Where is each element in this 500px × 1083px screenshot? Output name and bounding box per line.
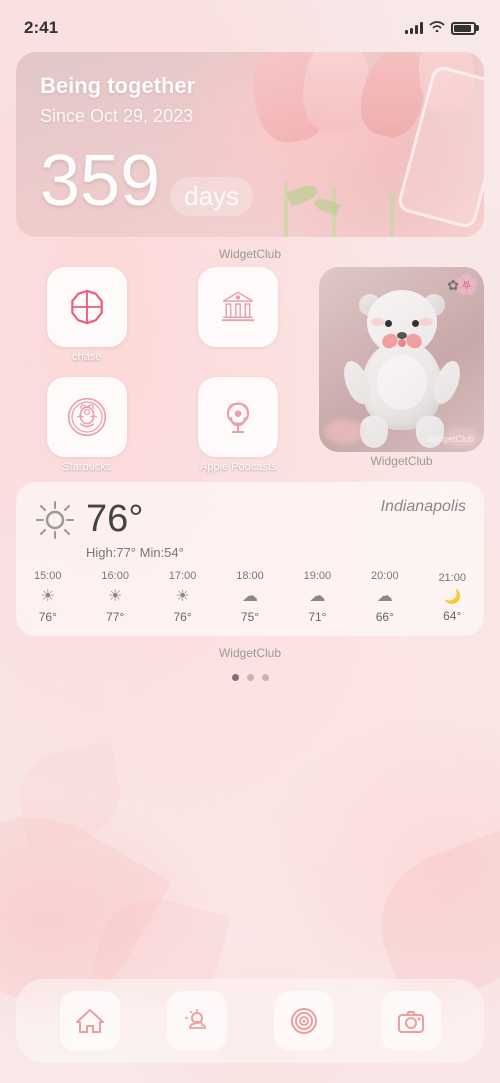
photo-widget-label: WidgetClub — [427, 434, 474, 444]
dock-target[interactable] — [274, 991, 334, 1051]
status-time: 2:41 — [24, 18, 58, 38]
signal-icon — [405, 22, 423, 34]
podcasts-svg — [213, 392, 263, 442]
countdown-widget[interactable]: Being together Since Oct 29, 2023 359 da… — [16, 52, 484, 237]
countdown-widget-label: WidgetClub — [16, 243, 484, 267]
weather-left: 76° — [34, 498, 143, 541]
dock-camera[interactable] — [381, 991, 441, 1051]
chase-label: chase — [72, 351, 101, 363]
wifi-icon — [429, 20, 445, 36]
app-grid-column: chase — [16, 267, 309, 476]
countdown-days: days — [170, 177, 253, 216]
target-icon — [289, 1006, 319, 1036]
bank-svg — [216, 285, 260, 329]
chase-svg — [65, 285, 109, 329]
countdown-title: Being together Since Oct 29, 2023 — [40, 72, 460, 129]
weather-temp: 76° — [86, 498, 143, 541]
dock-weather[interactable] — [167, 991, 227, 1051]
page-dot-3[interactable] — [262, 674, 269, 681]
status-icons — [405, 20, 476, 36]
photo-widget-column: 🌸 ✿ — [319, 267, 484, 476]
status-bar: 2:41 — [0, 0, 500, 44]
photo-widget: 🌸 ✿ — [319, 267, 484, 452]
chase-icon-box[interactable] — [47, 267, 127, 347]
app-grid: chase — [16, 267, 309, 476]
weather-hour-2: 17:00 ☀ 76° — [169, 570, 197, 624]
page-dot-2[interactable] — [247, 674, 254, 681]
chase-app[interactable]: chase — [16, 267, 158, 367]
podcasts-icon-box[interactable] — [198, 377, 278, 457]
weather-hour-1: 16:00 ☀ 77° — [101, 570, 129, 624]
countdown-text: Being together Since Oct 29, 2023 359 da… — [16, 52, 484, 237]
starbucks-label: Starbucks — [62, 461, 111, 473]
podcasts-app[interactable]: Apple Podcasts — [168, 377, 310, 477]
weather-widget-label: WidgetClub — [16, 642, 484, 666]
weather-hourly: 15:00 ☀ 76° 16:00 ☀ 77° 17:00 ☀ 76° 18:0… — [34, 570, 466, 624]
weather-details: High:77° Min:54° — [34, 545, 466, 560]
page-dots — [16, 666, 484, 693]
teddy-bear — [342, 290, 462, 430]
photo-widget-bottom-label: WidgetClub — [370, 452, 432, 476]
weather-icon — [182, 1006, 212, 1036]
weather-hour-4: 19:00 ☁ 71° — [304, 570, 332, 624]
battery-icon — [451, 22, 476, 35]
content-area: Being together Since Oct 29, 2023 359 da… — [0, 44, 500, 701]
countdown-number: 359 — [40, 145, 160, 217]
starbucks-svg — [62, 392, 112, 442]
bank-app[interactable] — [168, 267, 310, 367]
middle-row: chase — [16, 267, 484, 476]
home-icon — [75, 1006, 105, 1036]
bank-icon-box[interactable] — [198, 267, 278, 347]
camera-icon — [396, 1006, 426, 1036]
weather-widget: 76° Indianapolis High:77° Min:54° 15:00 … — [16, 482, 484, 636]
dock — [16, 979, 484, 1063]
weather-hour-0: 15:00 ☀ 76° — [34, 570, 62, 624]
sun-icon — [34, 499, 76, 541]
starbucks-icon-box[interactable] — [47, 377, 127, 457]
starbucks-app[interactable]: Starbucks — [16, 377, 158, 477]
page-dot-1[interactable] — [232, 674, 239, 681]
weather-hour-5: 20:00 ☁ 66° — [371, 570, 399, 624]
weather-city: Indianapolis — [381, 498, 466, 516]
dock-home[interactable] — [60, 991, 120, 1051]
podcasts-label: Apple Podcasts — [200, 461, 276, 473]
weather-top: 76° Indianapolis — [34, 498, 466, 541]
weather-hour-3: 18:00 ☁ 75° — [236, 570, 264, 624]
weather-hour-6: 21:00 🌙 64° — [438, 572, 466, 623]
